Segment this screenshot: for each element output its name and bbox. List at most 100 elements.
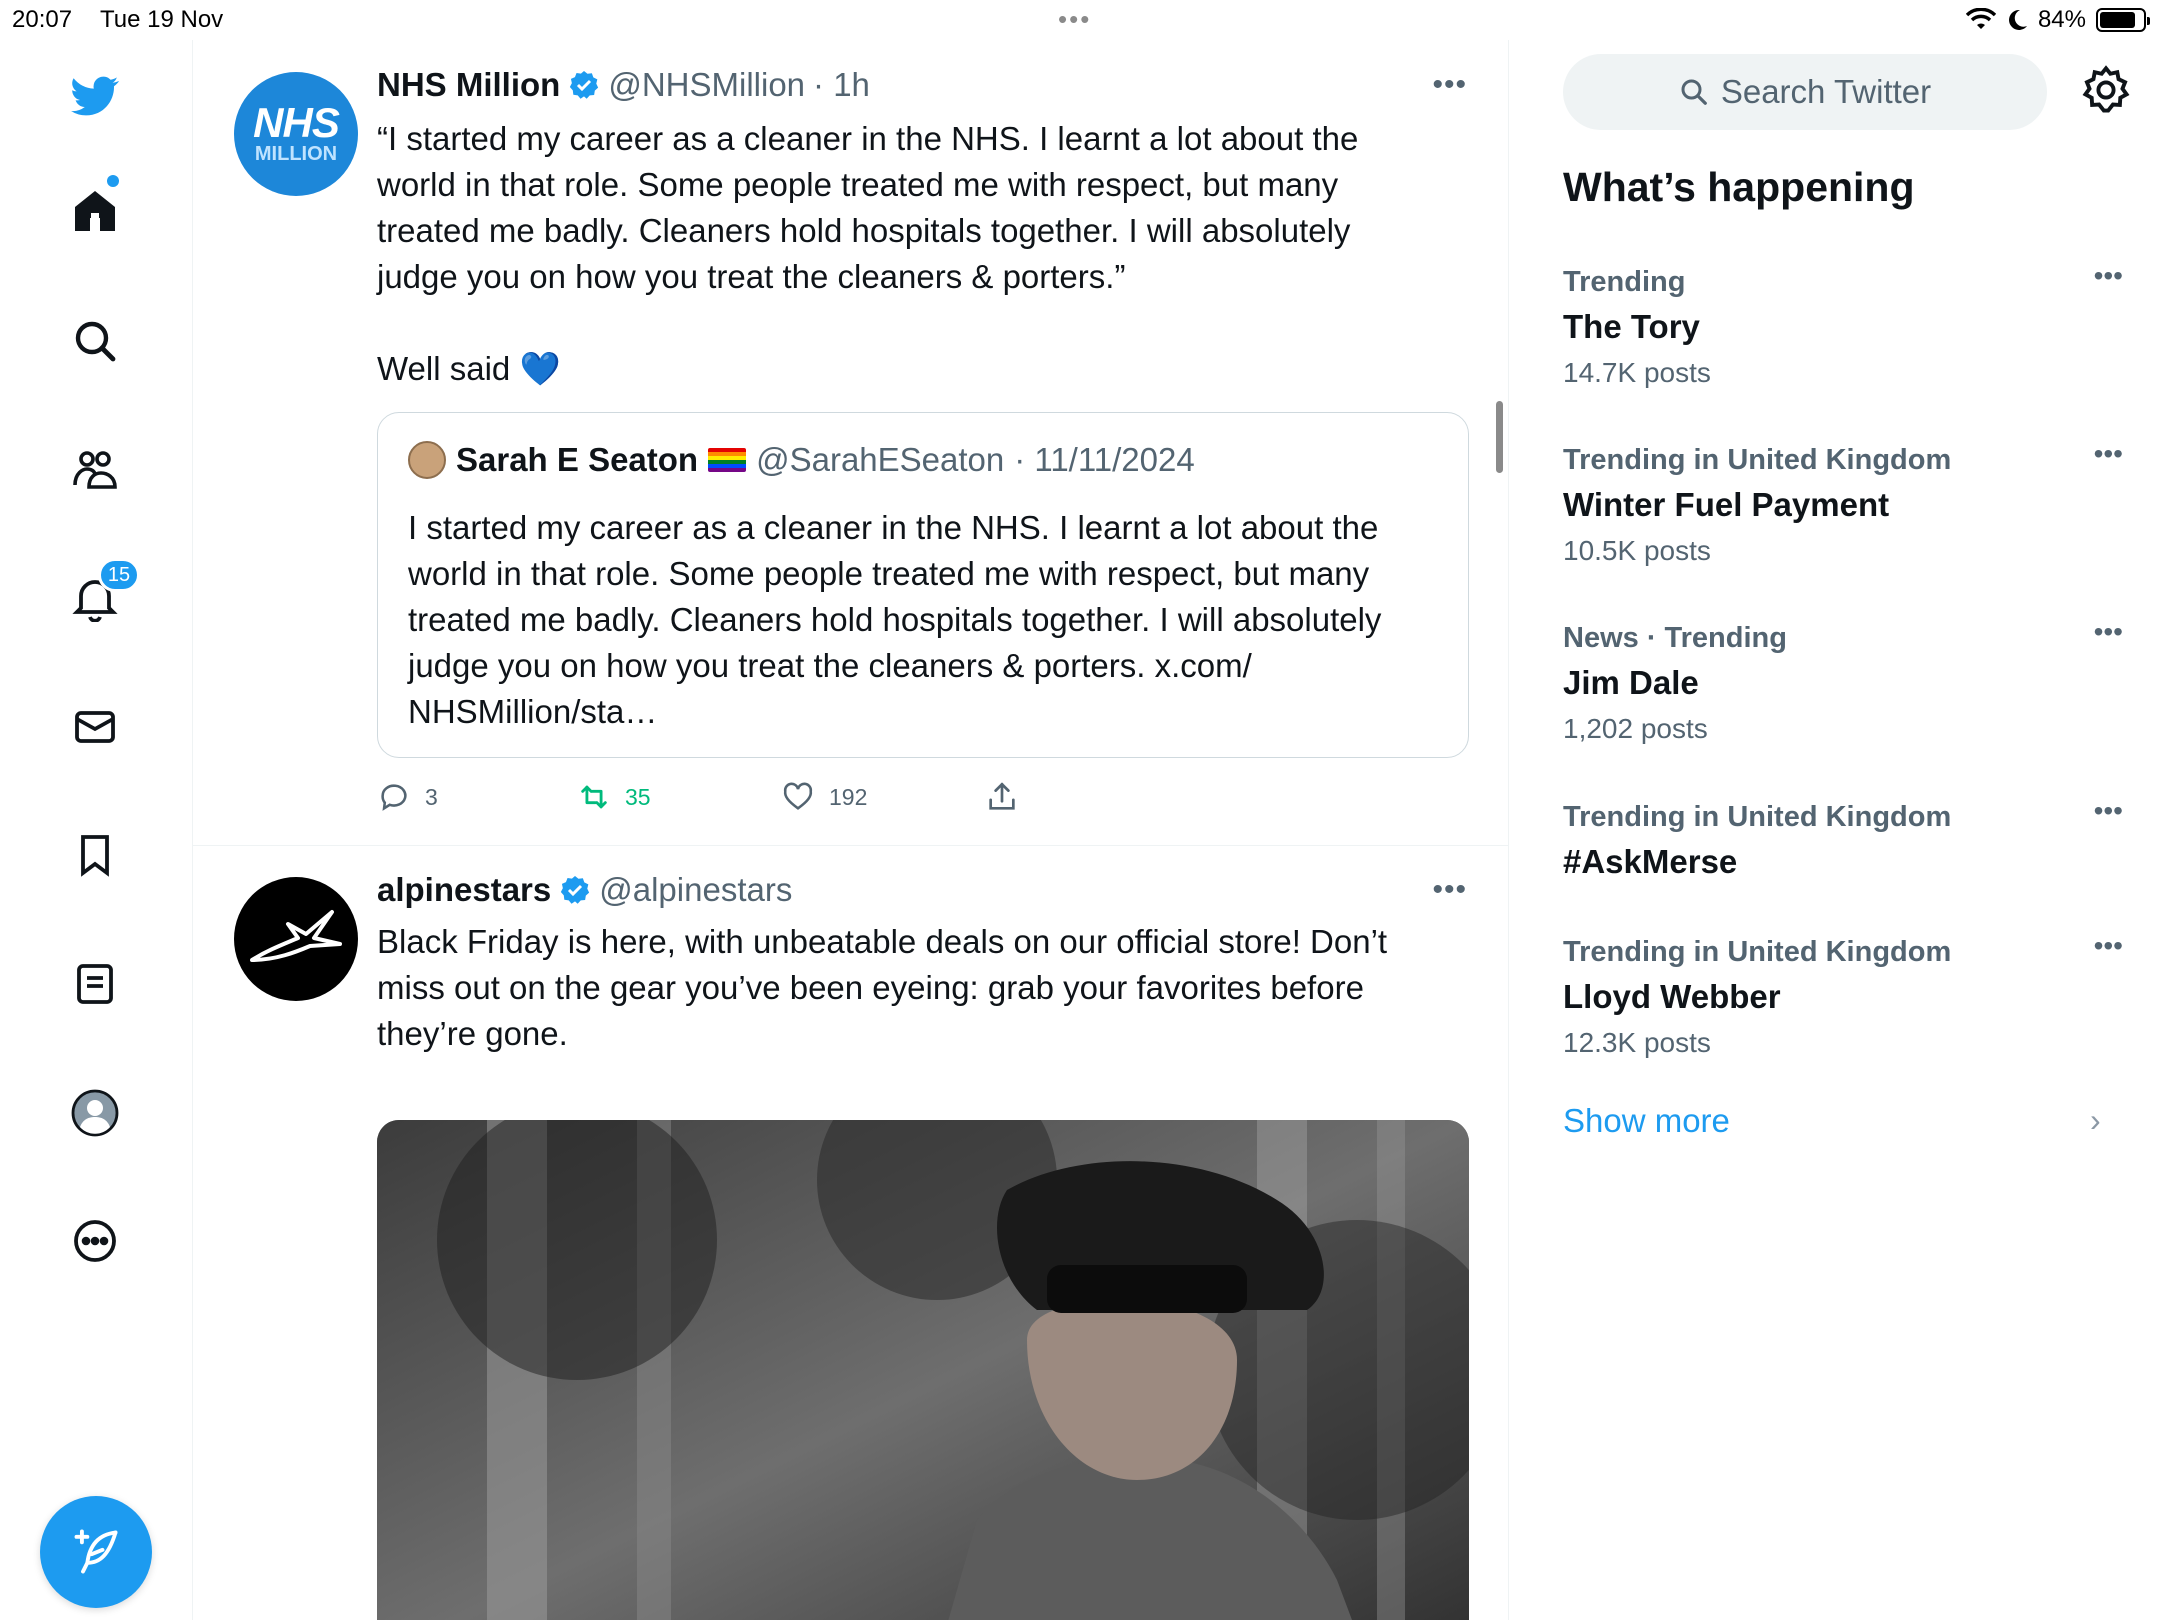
trend-count: 10.5K posts <box>1563 535 1711 566</box>
trend-name: Lloyd Webber <box>1563 978 1781 1015</box>
trend-name: Jim Dale <box>1563 664 1699 701</box>
trend-more-icon[interactable]: ••• <box>2094 930 2123 962</box>
trend-item[interactable]: Trending The Tory 14.7K posts ••• <box>1563 260 2123 396</box>
multitasking-dots-icon[interactable]: ••• <box>1058 4 1091 35</box>
search-icon <box>1681 79 1707 105</box>
bookmark-icon <box>81 835 109 877</box>
trend-category: Trending in United Kingdom <box>1563 801 1952 833</box>
lists-icon <box>77 964 113 1004</box>
status-time: 20:07 <box>12 6 73 33</box>
timeline[interactable]: NHS MILLION NHS Million @NHSMillion · 1h… <box>193 40 1509 1620</box>
avatar-logo-text: NHS <box>253 99 340 146</box>
trend-name: The Tory <box>1563 308 1700 345</box>
reply-icon <box>381 784 407 811</box>
moon-icon <box>2008 9 2027 30</box>
battery-icon <box>2096 8 2150 32</box>
author-name[interactable]: alpinestars <box>377 871 551 909</box>
tweet-more-icon[interactable]: ••• <box>1432 68 1467 102</box>
tweet-header: NHS Million @NHSMillion · 1h <box>377 66 870 104</box>
chevron-right-icon: › <box>2090 1102 2101 1138</box>
trend-item[interactable]: Trending in United Kingdom Winter Fuel P… <box>1563 438 2123 574</box>
trend-item[interactable]: News · Trending Jim Dale 1,202 posts ••• <box>1563 616 2123 752</box>
battery-percent: 84% <box>2037 6 2086 33</box>
show-more-link[interactable]: Show more <box>1563 1102 1730 1140</box>
settings-gear-icon[interactable] <box>2080 64 2132 116</box>
verified-badge-icon <box>561 876 590 904</box>
tweet-text: “I started my career as a cleaner in the… <box>377 120 1359 387</box>
quoted-tweet-header: Sarah E Seaton @SarahESeaton · 11/11/202… <box>408 441 1195 479</box>
retweet-icon <box>581 785 607 809</box>
home-icon <box>75 191 115 231</box>
right-sidebar: Search Twitter What’s happening Trending… <box>1510 40 2160 1620</box>
verified-badge-icon <box>570 71 599 99</box>
trend-item[interactable]: Trending in United Kingdom #AskMerse ••• <box>1563 795 2123 885</box>
status-bar: 20:07 Tue 19 Nov ••• 84% <box>0 0 2160 40</box>
timeline-scrollbar[interactable] <box>1496 401 1503 473</box>
quoted-date: · 11/11/2024 <box>1014 441 1195 478</box>
trend-more-icon[interactable]: ••• <box>2094 616 2123 648</box>
tweet[interactable]: alpinestars @alpinestars ••• Black Frida… <box>193 847 1508 1620</box>
nav-profile[interactable] <box>65 1083 125 1143</box>
trend-more-icon[interactable]: ••• <box>2094 260 2123 292</box>
trend-count: 1,202 posts <box>1563 713 1708 744</box>
notifications-badge: 15 <box>98 558 140 592</box>
compose-feather-icon <box>74 1529 118 1574</box>
search-placeholder: Search Twitter <box>1720 73 1932 110</box>
nav-explore[interactable] <box>65 311 125 371</box>
trend-more-icon[interactable]: ••• <box>2094 438 2123 470</box>
tweet-time[interactable]: · 1h <box>813 66 870 104</box>
reply-count: 3 <box>425 783 438 810</box>
retweet-count: 35 <box>625 783 651 810</box>
nav-messages[interactable] <box>65 697 125 757</box>
share-icon <box>989 782 1015 810</box>
twitter-logo-icon[interactable] <box>65 66 125 126</box>
nav-lists[interactable] <box>65 954 125 1014</box>
side-navigation: 15 <box>0 40 193 1620</box>
tweet[interactable]: NHS MILLION NHS Million @NHSMillion · 1h… <box>193 40 1508 846</box>
nav-home[interactable] <box>65 181 125 241</box>
avatar-logo-subtext: MILLION <box>254 143 338 165</box>
trend-count: 12.3K posts <box>1563 1027 1711 1058</box>
nav-communities[interactable] <box>65 439 125 499</box>
tweet-more-icon[interactable]: ••• <box>1432 873 1467 907</box>
more-circle-icon <box>74 1220 116 1262</box>
compose-tweet-button[interactable] <box>40 1496 152 1608</box>
tweet-actions: 3 35 192 <box>377 780 1019 814</box>
tweet-header: alpinestars @alpinestars <box>377 871 792 909</box>
like-button[interactable]: 192 <box>781 780 985 814</box>
like-count: 192 <box>829 783 868 810</box>
trend-category: Trending in United Kingdom <box>1563 444 1952 476</box>
trend-count: 14.7K posts <box>1563 357 1711 388</box>
heart-icon <box>783 782 813 810</box>
alpinestars-logo-icon <box>250 910 342 962</box>
nav-more[interactable] <box>65 1211 125 1271</box>
search-icon <box>75 321 116 362</box>
avatar[interactable] <box>234 877 358 1001</box>
author-handle[interactable]: @NHSMillion <box>608 66 805 104</box>
tweet-media-photo[interactable] <box>377 1120 1469 1620</box>
author-name[interactable]: NHS Million <box>377 66 560 104</box>
avatar[interactable]: NHS MILLION <box>234 72 358 196</box>
quoted-tweet[interactable]: Sarah E Seaton @SarahESeaton · 11/11/202… <box>377 412 1469 758</box>
quoted-author-name: Sarah E Seaton <box>456 441 699 478</box>
trend-more-icon[interactable]: ••• <box>2094 795 2123 827</box>
trend-name: Winter Fuel Payment <box>1563 486 1890 523</box>
tweet-text: Black Friday is here, with unbeatable de… <box>377 923 1388 1052</box>
communities-icon <box>73 451 117 489</box>
trend-category: Trending in United Kingdom <box>1563 936 1952 968</box>
trend-category: Trending <box>1563 266 1686 298</box>
mail-icon <box>75 711 115 743</box>
author-handle[interactable]: @alpinestars <box>599 871 792 909</box>
reply-button[interactable]: 3 <box>377 780 577 814</box>
nav-bookmarks[interactable] <box>65 825 125 885</box>
retweet-button[interactable]: 35 <box>577 780 781 814</box>
status-indicators: 84% <box>1965 6 2150 34</box>
trend-category: News · Trending <box>1563 622 1787 654</box>
rainbow-flag-icon <box>708 448 747 472</box>
search-input[interactable]: Search Twitter <box>1563 54 2047 130</box>
profile-avatar-icon <box>71 1089 119 1137</box>
whats-happening-title: What’s happening <box>1563 164 1915 210</box>
trend-item[interactable]: Trending in United Kingdom Lloyd Webber … <box>1563 930 2123 1066</box>
home-unread-dot <box>107 175 119 187</box>
share-button[interactable] <box>985 780 1019 814</box>
